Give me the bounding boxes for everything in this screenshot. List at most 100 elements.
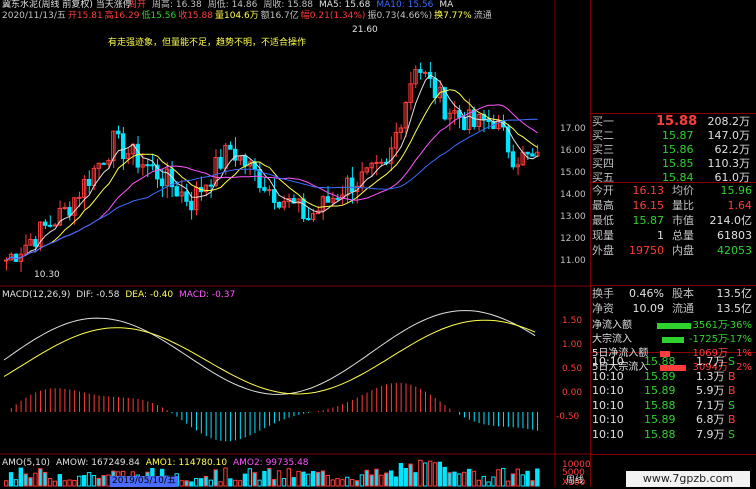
bar-info-item: 幅0.21(1.34%) — [300, 11, 366, 21]
amo-bar — [403, 467, 408, 487]
amo-bar — [486, 481, 491, 487]
quote-label: 均价 — [672, 184, 694, 197]
turnover-value: 13.5亿 — [716, 287, 753, 300]
candle-body — [379, 161, 384, 164]
amo-bar — [340, 479, 345, 487]
macd-tick: -0.50 — [556, 412, 580, 422]
cursor-date-label: 2019/05/10/五 — [110, 476, 178, 487]
candle-body — [62, 207, 67, 210]
quote-label: 今开 — [592, 184, 614, 197]
candle-body — [150, 164, 155, 167]
amo-bar — [272, 479, 277, 487]
price-tick: 12.00 — [560, 234, 586, 244]
price-tick: 17.00 — [560, 124, 586, 134]
period-label: 周线 — [566, 476, 585, 486]
amo-bar — [418, 459, 423, 487]
candle-body — [67, 207, 72, 216]
bar-info-item: 振0.73(4.66%) — [367, 11, 433, 21]
amo-bar — [18, 467, 23, 487]
amo-bar — [13, 479, 19, 487]
candle-body — [218, 156, 223, 169]
candle-body — [432, 77, 438, 99]
quote-label: 市值 — [672, 214, 694, 227]
dif-line — [3, 310, 536, 395]
candle-body — [530, 153, 535, 157]
amo-bar — [257, 479, 262, 487]
quote-value: 16.15 — [632, 199, 665, 212]
blank-overlay — [232, 222, 490, 265]
amo-bar — [47, 478, 53, 487]
macd-name: MACD(12,26,9) — [2, 290, 71, 300]
quote-label: 内盘 — [672, 244, 694, 257]
quote-value: 15.87 — [632, 214, 665, 227]
macd-header: MACD(12,26,9) DIF: -0.58 DEA: -0.40 MACD… — [2, 290, 235, 301]
amo-bar — [379, 474, 384, 487]
flow-bar — [657, 323, 691, 329]
low-price-label: 10.30 — [34, 270, 60, 280]
amo-bar — [23, 473, 28, 487]
amo-bar — [28, 477, 33, 487]
amo-bar — [306, 473, 311, 487]
amo-bar — [335, 478, 340, 487]
candle-body — [228, 144, 233, 150]
high-price-label: 21.60 — [352, 25, 378, 35]
amo-bar — [72, 479, 77, 487]
amo-bar — [8, 472, 14, 487]
candle-body — [267, 189, 272, 192]
candle-body — [42, 221, 48, 226]
amo-bar — [67, 479, 72, 487]
amo-bar — [471, 470, 477, 487]
quote-row: 最高 16.15 量比 1.64 — [592, 198, 754, 214]
bar-info-item: 收15.88 — [178, 11, 213, 21]
candle-body — [525, 151, 530, 155]
amo-bar — [33, 472, 38, 487]
amo-bar — [369, 474, 374, 487]
amo-amow: AMOW: 167249.84 — [55, 458, 140, 468]
bar-info-item: 额16.7亿 — [260, 11, 299, 21]
bar-info-item: 高16.29 — [104, 11, 140, 21]
turnover-value: 10.09 — [632, 302, 665, 315]
header-stat: MA5: 15.68 — [319, 0, 371, 10]
kline-chart[interactable] — [0, 0, 590, 487]
quote-row: 今开 16.13 均价 15.96 — [592, 183, 754, 199]
amo-bar — [194, 478, 199, 487]
amo-bar — [364, 469, 369, 487]
amo-bar — [432, 462, 438, 487]
turnover-row: 净资 10.09 流通 13.5亿 — [592, 301, 754, 317]
amo-bar — [384, 472, 389, 487]
amo-bar — [481, 475, 486, 487]
amo-bar — [525, 470, 530, 487]
price-tick: 14.00 — [560, 190, 586, 200]
amo-bar — [242, 473, 248, 487]
amo-bar — [530, 480, 535, 487]
amo-bar — [101, 475, 106, 487]
candle-body — [4, 259, 9, 262]
candle-body — [301, 198, 306, 220]
amo-bar — [38, 468, 43, 487]
candle-body — [486, 119, 491, 122]
quote-value: 214.0亿 — [709, 214, 753, 227]
amo-bar — [315, 471, 321, 487]
candle-body — [325, 196, 330, 203]
amo-bar — [374, 468, 379, 487]
amo-amo2: AMO2: 99735.48 — [232, 458, 309, 468]
candle-body — [242, 155, 248, 167]
candle-body — [418, 69, 423, 73]
quote-row: 外盘 19750 内盘 42053 — [592, 243, 754, 259]
amo-bar — [77, 475, 82, 487]
amo-bar — [447, 472, 452, 487]
candle-body — [189, 200, 194, 211]
candle-body — [510, 151, 516, 168]
amo-bar — [452, 471, 457, 487]
amo-bar — [354, 480, 360, 487]
amo-bar — [179, 480, 184, 487]
turnover-row: 换手 0.46% 股本 13.5亿 — [592, 286, 754, 302]
header-stat: 周高: 16.38 — [152, 0, 202, 10]
flow-bar — [662, 337, 684, 343]
quote-label: 量比 — [672, 199, 694, 212]
amo-bar — [393, 476, 399, 487]
amo-bar — [184, 480, 189, 487]
macd-tick: 0.00 — [562, 388, 583, 398]
amo-bar — [247, 468, 253, 487]
candle-body — [145, 164, 150, 167]
